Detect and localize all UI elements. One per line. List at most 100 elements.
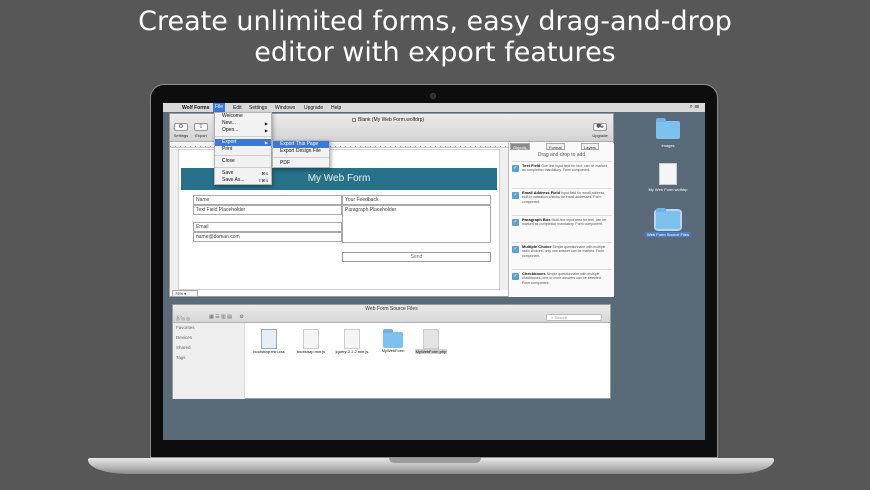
export-icon: ⇪	[194, 123, 208, 131]
finder-item-mywebform-folder[interactable]: MyWebForm	[375, 329, 411, 353]
menu-item-export[interactable]: Export ▶	[215, 139, 271, 146]
headline-line-1: Create unlimited forms, easy drag-and-dr…	[138, 6, 732, 37]
menubar-item-edit[interactable]: Edit	[233, 105, 242, 111]
export-button-label: Export	[195, 133, 207, 138]
menubar-item-file[interactable]: File	[213, 103, 226, 112]
sidebar-item-devices[interactable]: Devices	[173, 333, 244, 343]
search-icon[interactable]: ⌕	[689, 104, 692, 110]
drag-tip: Drag and drop to add	[537, 152, 586, 158]
zoom-value: 75%	[175, 291, 184, 296]
sidebar-item-tags[interactable]: Tags	[173, 353, 244, 363]
send-button[interactable]: Send	[342, 252, 491, 262]
menu-separator	[273, 157, 329, 158]
window-title-text: Blank (My Web Form.wolfdrp)	[358, 117, 425, 123]
export-submenu: Export This Page Export Design File PDF	[272, 140, 330, 168]
finder-window: Web Form Source Files ‹ › ▦ ☰ ▥ ▤ ⚙ ⌕ Se…	[172, 304, 611, 399]
headline: Create unlimited forms, easy drag-and-dr…	[0, 6, 870, 68]
js-file-icon	[303, 329, 319, 349]
email-field-icon: ✓	[512, 192, 519, 199]
folder-icon	[656, 118, 680, 139]
gear-icon: ⚙	[174, 123, 188, 131]
object-name: Paragraph Box	[522, 217, 551, 222]
sidebar-item-shared[interactable]: Shared	[173, 343, 244, 353]
laptop-notch	[389, 458, 481, 463]
gear-icon[interactable]: ⚙	[239, 314, 243, 320]
finder-item-mywebform-php[interactable]: MyWebForm.php	[413, 329, 449, 354]
list-icon[interactable]: ☰	[694, 104, 699, 110]
menu-item-save[interactable]: Save ⌘S	[215, 170, 271, 177]
object-paragraph-box[interactable]: ✓ Paragraph Box Multi-line input area fo…	[512, 215, 612, 239]
finder-item-bootstrap-css[interactable]: bootstrap.min.css	[251, 329, 287, 354]
menubar-item-upgrade[interactable]: Upgrade	[304, 105, 323, 111]
email-input[interactable]: name@doman.com	[193, 232, 342, 242]
checkboxes-icon: ✓	[512, 273, 519, 280]
object-text-field[interactable]: ✓ Text Field One line input field for te…	[512, 161, 612, 185]
objects-panel: Objects Format Layers Drag and drop to a…	[508, 143, 614, 297]
menu-item-welcome[interactable]: Welcome	[215, 113, 271, 120]
desktop-icon-images[interactable]: Images	[642, 118, 694, 148]
window-title: Blank (My Web Form.wolfdrp)	[352, 117, 424, 123]
menu-separator	[215, 155, 271, 156]
desktop-icon-web-form-file[interactable]: My Web Form.wolfdrp	[642, 163, 694, 192]
menu-item-close[interactable]: Close	[215, 158, 271, 165]
object-multiple-choice[interactable]: ✓ Multiple Choice Simple questionnaire w…	[512, 242, 612, 266]
feedback-label[interactable]: Your Feedback	[342, 195, 491, 205]
tab-objects[interactable]: Objects	[510, 143, 530, 150]
object-name: Email Address Field	[522, 190, 561, 195]
menu-item-export-this-page[interactable]: Export This Page	[273, 141, 329, 148]
js-file-icon	[344, 329, 360, 349]
mac-menubar: Wolf Forms File Edit Settings Windows Up…	[163, 103, 705, 112]
headline-line-2: editor with export features	[254, 37, 616, 68]
file-menu: Welcome New... ▶ Open... ▶ Export ▶ Print C…	[214, 112, 272, 185]
document-icon	[352, 118, 356, 122]
upgrade-button-label: Upgrade	[592, 133, 608, 138]
multiple-choice-icon: ✓	[512, 246, 519, 253]
menu-item-pdf[interactable]: PDF	[273, 160, 329, 167]
menu-item-save-as[interactable]: Save As... ⇧⌘S	[215, 177, 271, 184]
settings-button[interactable]: ⚙ Settings	[172, 123, 190, 138]
email-label[interactable]: Email	[193, 222, 342, 232]
menu-item-print[interactable]: Print	[215, 146, 271, 153]
object-name: Text Field	[522, 163, 541, 168]
object-email-field[interactable]: ✓ Email Address Field Input field for em…	[512, 188, 612, 212]
object-name: Checkboxes	[522, 271, 546, 276]
zoom-select[interactable]: 75% ▾	[172, 290, 198, 297]
menubar-app-name[interactable]: Wolf Forms	[182, 105, 209, 111]
feedback-textarea[interactable]: Paragraph Placeholder	[342, 205, 491, 243]
camera-icon	[430, 93, 436, 99]
menubar-item-settings[interactable]: Settings	[249, 105, 267, 111]
back-icon[interactable]: ‹	[177, 314, 179, 320]
name-input[interactable]: Text Field Placeholder	[193, 205, 342, 215]
desktop-icon-source-files[interactable]: Web Form Source Files	[642, 208, 694, 237]
php-file-icon	[423, 329, 439, 349]
menu-item-export-design-file[interactable]: Export Design File	[273, 148, 329, 155]
finder-item-jquery[interactable]: jquery-2.2.2.min.js	[334, 329, 370, 354]
upgrade-button[interactable]: ⛟ Upgrade	[591, 123, 609, 138]
screen: Wolf Forms File Edit Settings Windows Up…	[163, 103, 705, 440]
tab-layers[interactable]: Layers	[581, 143, 600, 150]
menu-item-new[interactable]: New... ▶	[215, 120, 271, 127]
finder-nav-buttons: ‹ › ▦ ☰ ▥ ▤ ⚙	[177, 314, 244, 320]
finder-toolbar: Web Form Source Files ‹ › ▦ ☰ ▥ ▤ ⚙ ⌕ Se…	[173, 305, 610, 323]
folder-icon	[654, 208, 682, 231]
object-name: Multiple Choice	[522, 244, 552, 249]
object-checkboxes[interactable]: ✓ Checkboxes Simple questionnaire with m…	[512, 269, 612, 293]
text-field-icon: ✓	[512, 165, 519, 172]
finder-search-input[interactable]: ⌕ Search	[546, 314, 602, 321]
menubar-item-help[interactable]: Help	[331, 105, 341, 111]
forward-icon[interactable]: ›	[180, 314, 182, 320]
menubar-item-windows[interactable]: Windows	[275, 105, 295, 111]
export-button[interactable]: ⇪ Export	[192, 123, 210, 138]
sidebar-item-favorites[interactable]: Favorites	[173, 323, 244, 333]
panel-tabs: Objects Format Layers	[509, 143, 614, 150]
view-mode-icon[interactable]: ▦ ☰ ▥ ▤	[209, 314, 232, 320]
css-file-icon	[261, 329, 277, 349]
tab-format[interactable]: Format	[546, 143, 565, 150]
name-label[interactable]: Name	[193, 195, 342, 205]
folder-icon	[383, 329, 403, 348]
finder-sidebar: Favorites Devices Shared Tags	[173, 323, 245, 399]
finder-item-bootstrap-js[interactable]: bootstrap.min.js	[293, 329, 329, 354]
paragraph-box-icon: ✓	[512, 219, 519, 226]
menu-separator	[215, 136, 271, 137]
menu-item-open[interactable]: Open... ▶	[215, 127, 271, 134]
